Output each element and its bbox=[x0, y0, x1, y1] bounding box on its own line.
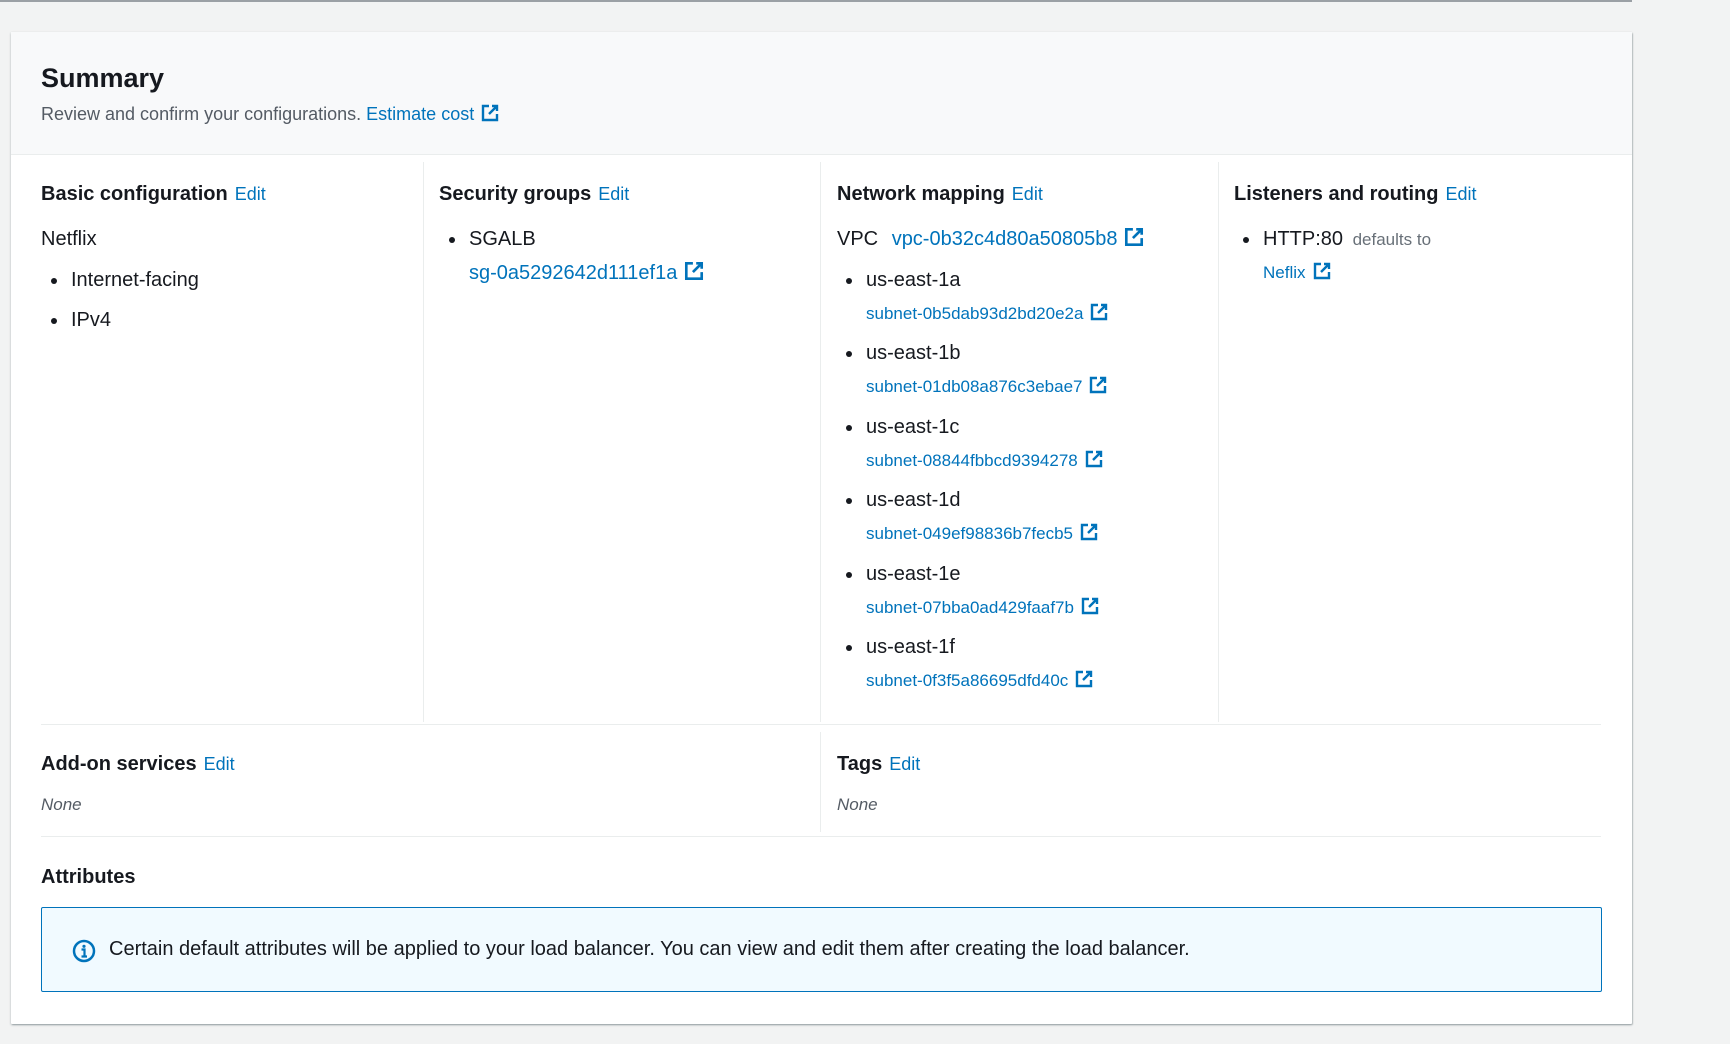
subnet-id: subnet-0f3f5a86695dfd40c bbox=[866, 671, 1069, 690]
estimate-cost-label: Estimate cost bbox=[366, 104, 475, 124]
az-item: us-east-1e bbox=[846, 563, 961, 585]
security-groups-title: Security groups bbox=[439, 183, 592, 205]
listeners-edit-link[interactable]: Edit bbox=[1445, 184, 1476, 204]
scheme-item: Internet-facing bbox=[51, 269, 199, 291]
vpc-label: VPC bbox=[837, 228, 879, 250]
listeners-title: Listeners and routing bbox=[1234, 183, 1439, 205]
subnet-id: subnet-08844fbbcd9394278 bbox=[866, 451, 1078, 470]
estimate-cost-link[interactable]: Estimate cost bbox=[366, 104, 500, 124]
vpc-id: vpc-0b32c4d80a50805b8 bbox=[891, 228, 1118, 250]
target-group-name: Neflix bbox=[1263, 263, 1306, 282]
security-group-name: SGALB bbox=[449, 228, 536, 250]
external-link-icon bbox=[1079, 522, 1099, 542]
load-balancer-name: Netflix bbox=[41, 228, 97, 250]
network-mapping-edit-link[interactable]: Edit bbox=[1012, 184, 1043, 204]
column-divider-3 bbox=[1218, 162, 1219, 722]
summary-header: Summary Review and confirm your configur… bbox=[11, 32, 1632, 155]
listeners-heading: Listeners and routing Edit bbox=[1234, 181, 1477, 207]
subnet-id: subnet-0b5dab93d2bd20e2a bbox=[866, 304, 1084, 323]
addons-edit-link[interactable]: Edit bbox=[204, 754, 235, 774]
subnet-link[interactable]: subnet-08844fbbcd9394278 bbox=[866, 449, 1104, 472]
az-item: us-east-1a bbox=[846, 269, 961, 291]
basic-config-title: Basic configuration bbox=[41, 183, 228, 205]
tags-heading: Tags Edit bbox=[837, 751, 920, 777]
row-divider-2 bbox=[41, 836, 1601, 837]
ip-type-item: IPv4 bbox=[50, 309, 112, 331]
column-divider-4 bbox=[820, 732, 821, 832]
az-item: us-east-1c bbox=[845, 416, 960, 438]
security-group-id: sg-0a5292642d111ef1a bbox=[469, 262, 678, 284]
subnet-link[interactable]: subnet-0b5dab93d2bd20e2a bbox=[866, 302, 1109, 325]
attributes-alert-text: Certain default attributes will be appli… bbox=[109, 938, 1190, 960]
external-link-icon bbox=[1089, 302, 1109, 322]
target-group-link[interactable]: Neflix bbox=[1263, 261, 1332, 284]
listener-defaults-to: defaults to bbox=[1352, 230, 1432, 249]
subnet-link[interactable]: subnet-07bba0ad429faaf7b bbox=[866, 596, 1100, 619]
az-item: us-east-1d bbox=[846, 489, 961, 511]
row-divider-1 bbox=[41, 724, 1601, 725]
summary-description-text: Review and confirm your configurations. bbox=[41, 104, 362, 124]
basic-config-edit-link[interactable]: Edit bbox=[235, 184, 266, 204]
security-groups-heading: Security groups Edit bbox=[439, 181, 629, 207]
external-link-icon bbox=[1080, 596, 1100, 616]
listener-protocol: HTTP:80 bbox=[1263, 228, 1344, 250]
addons-heading: Add-on services Edit bbox=[41, 751, 235, 777]
subnet-id: subnet-049ef98836b7fecb5 bbox=[866, 524, 1074, 543]
tags-title: Tags bbox=[837, 753, 883, 775]
external-link-icon bbox=[1084, 449, 1104, 469]
external-link-icon bbox=[1123, 226, 1145, 248]
top-divider bbox=[0, 0, 1632, 2]
external-link-icon bbox=[1074, 669, 1094, 689]
addons-value: None bbox=[41, 795, 82, 814]
subnet-link[interactable]: subnet-01db08a876c3ebae7 bbox=[866, 375, 1108, 398]
attributes-info-alert: Certain default attributes will be appli… bbox=[41, 907, 1602, 992]
summary-card: Summary Review and confirm your configur… bbox=[11, 32, 1632, 1024]
attributes-title: Attributes bbox=[41, 866, 136, 888]
addons-title: Add-on services bbox=[41, 753, 197, 775]
column-divider-2 bbox=[820, 162, 821, 722]
network-mapping-title: Network mapping bbox=[837, 183, 1005, 205]
tags-edit-link[interactable]: Edit bbox=[889, 754, 920, 774]
az-item: us-east-1b bbox=[846, 342, 961, 364]
summary-description: Review and confirm your configurations. … bbox=[41, 102, 500, 126]
subnet-link[interactable]: subnet-0f3f5a86695dfd40c bbox=[866, 669, 1094, 692]
column-divider-1 bbox=[423, 162, 424, 722]
vpc-id-link[interactable]: vpc-0b32c4d80a50805b8 bbox=[891, 226, 1146, 250]
external-link-icon bbox=[480, 103, 500, 123]
listener-item: HTTP:80 defaults to bbox=[1242, 226, 1432, 253]
summary-title: Summary bbox=[41, 63, 165, 93]
tags-value: None bbox=[837, 795, 878, 814]
external-link-icon bbox=[1312, 261, 1332, 281]
az-item: us-east-1f bbox=[846, 636, 955, 658]
security-groups-edit-link[interactable]: Edit bbox=[598, 184, 629, 204]
security-group-id-link[interactable]: sg-0a5292642d111ef1a bbox=[469, 260, 705, 286]
network-mapping-heading: Network mapping Edit bbox=[837, 181, 1043, 207]
info-icon bbox=[72, 939, 96, 968]
subnet-link[interactable]: subnet-049ef98836b7fecb5 bbox=[866, 522, 1099, 545]
subnet-id: subnet-07bba0ad429faaf7b bbox=[866, 598, 1074, 617]
subnet-id: subnet-01db08a876c3ebae7 bbox=[866, 377, 1083, 396]
external-link-icon bbox=[1088, 375, 1108, 395]
basic-config-heading: Basic configuration Edit bbox=[41, 181, 266, 207]
vpc-row: VPC vpc-0b32c4d80a50805b8 bbox=[837, 226, 1145, 252]
external-link-icon bbox=[683, 260, 705, 282]
